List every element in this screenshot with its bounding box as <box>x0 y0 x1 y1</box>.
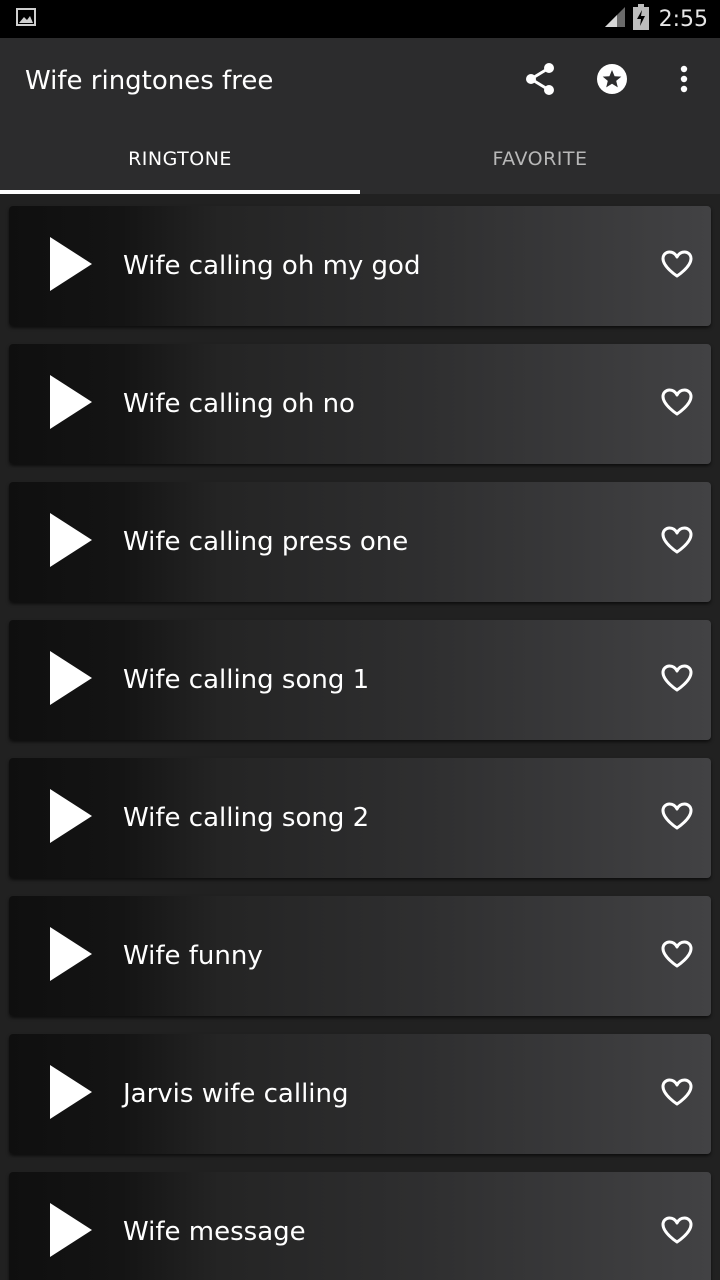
heart-outline-icon <box>660 249 694 283</box>
ringtone-title: Wife calling oh no <box>123 389 355 419</box>
favorite-button[interactable] <box>643 784 711 852</box>
ringtone-title: Wife message <box>123 1217 306 1247</box>
tab-bar: RINGTONE FAVORITE <box>0 124 720 194</box>
play-icon <box>50 1065 92 1123</box>
status-bar: 2:55 <box>0 0 720 38</box>
ringtone-title: Wife calling oh my god <box>123 251 421 281</box>
status-time: 2:55 <box>658 6 708 32</box>
heart-outline-icon <box>660 1215 694 1249</box>
play-button[interactable] <box>23 1172 119 1280</box>
ringtone-item[interactable]: Wife calling press one <box>9 482 711 602</box>
image-notification-icon <box>16 8 36 30</box>
heart-outline-icon <box>660 801 694 835</box>
heart-outline-icon <box>660 663 694 697</box>
battery-charging-icon <box>632 4 649 34</box>
overflow-menu-button[interactable] <box>648 45 720 117</box>
play-button[interactable] <box>23 344 119 464</box>
play-icon <box>50 375 92 433</box>
ringtone-item[interactable]: Wife calling song 2 <box>9 758 711 878</box>
share-icon <box>524 62 556 100</box>
app-bar: Wife ringtones free <box>0 38 720 124</box>
ringtone-item[interactable]: Wife calling oh no <box>9 344 711 464</box>
favorite-button[interactable] <box>643 1060 711 1128</box>
play-button[interactable] <box>23 482 119 602</box>
play-icon <box>50 1203 92 1261</box>
ringtone-title: Wife funny <box>123 941 263 971</box>
ringtone-title: Wife calling song 2 <box>123 803 370 833</box>
signal-icon <box>603 5 627 33</box>
ringtone-title: Jarvis wife calling <box>123 1079 349 1109</box>
favorite-button[interactable] <box>643 1198 711 1266</box>
ringtone-item[interactable]: Wife calling song 1 <box>9 620 711 740</box>
ringtone-item[interactable]: Wife funny <box>9 896 711 1016</box>
heart-outline-icon <box>660 387 694 421</box>
play-icon <box>50 237 92 295</box>
heart-outline-icon <box>660 1077 694 1111</box>
favorite-button[interactable] <box>643 370 711 438</box>
play-button[interactable] <box>23 758 119 878</box>
ringtone-item[interactable]: Wife calling oh my god <box>9 206 711 326</box>
ringtone-title: Wife calling song 1 <box>123 665 370 695</box>
app-title: Wife ringtones free <box>25 66 274 96</box>
favorite-button[interactable] <box>643 508 711 576</box>
ringtone-item[interactable]: Jarvis wife calling <box>9 1034 711 1154</box>
play-button[interactable] <box>23 1034 119 1154</box>
play-icon <box>50 789 92 847</box>
more-vert-icon <box>680 65 688 97</box>
favorite-button[interactable] <box>643 646 711 714</box>
play-button[interactable] <box>23 206 119 326</box>
favorite-button[interactable] <box>643 922 711 990</box>
tab-ringtone[interactable]: RINGTONE <box>0 124 360 194</box>
share-button[interactable] <box>504 45 576 117</box>
heart-outline-icon <box>660 939 694 973</box>
play-icon <box>50 513 92 571</box>
ringtone-item[interactable]: Wife message <box>9 1172 711 1280</box>
play-button[interactable] <box>23 620 119 740</box>
heart-outline-icon <box>660 525 694 559</box>
tab-favorite[interactable]: FAVORITE <box>360 124 720 194</box>
favorite-button[interactable] <box>643 232 711 300</box>
ringtone-title: Wife calling press one <box>123 527 409 557</box>
play-button[interactable] <box>23 896 119 1016</box>
play-icon <box>50 927 92 985</box>
play-icon <box>50 651 92 709</box>
star-icon <box>596 63 628 99</box>
rate-button[interactable] <box>576 45 648 117</box>
